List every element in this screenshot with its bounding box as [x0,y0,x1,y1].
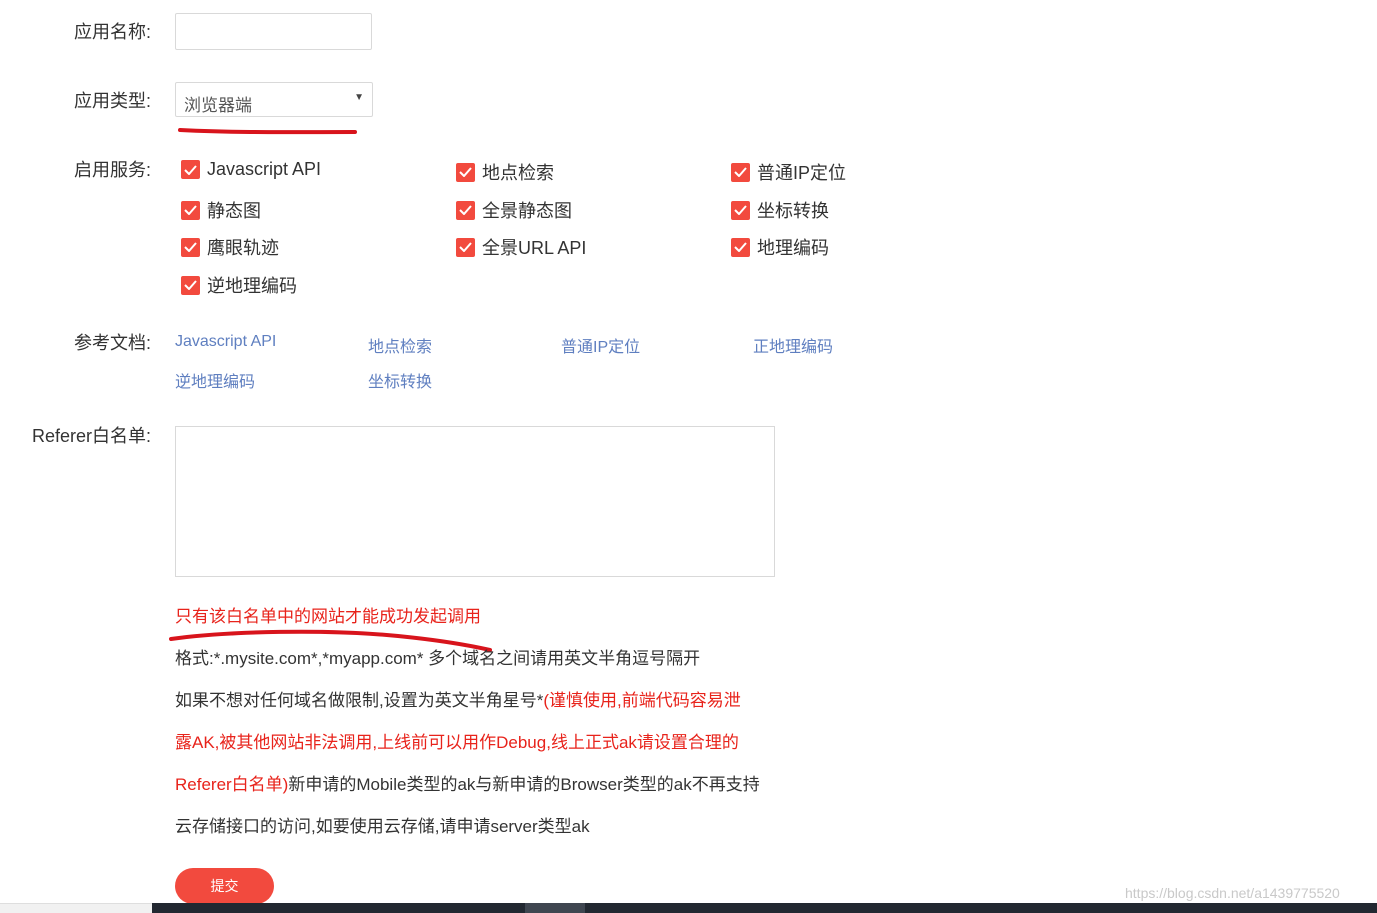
app-type-label: 应用类型: [73,91,151,111]
annotation-underline-app-type [178,128,357,135]
doc-link-reverse-geocoding[interactable]: 逆地理编码 [175,368,255,392]
horizontal-scrollbar[interactable] [152,903,1377,913]
service-checkbox-static-map[interactable]: 静态图 [181,197,261,223]
hint-whitelist-only: 只有该白名单中的网站才能成功发起调用 [175,607,481,626]
hint-wildcard: 如果不想对任何域名做限制,设置为英文半角星号*(谨慎使用,前端代码容易泄 [175,686,741,711]
service-checkbox-panorama-static[interactable]: 全景静态图 [456,197,572,223]
hint-format: 格式:*.mysite.com*,*myapp.com* 多个域名之间请用英文半… [175,649,701,668]
service-label: 普通IP定位 [757,163,847,183]
triangle-down-icon: ▼ [354,92,364,103]
check-icon [181,160,200,179]
service-label: 地点检索 [482,163,554,183]
referer-label: Referer白名单: [31,426,151,446]
service-label: 鹰眼轨迹 [207,238,279,258]
doc-link-javascript-api[interactable]: Javascript API [175,333,276,351]
app-name-input[interactable] [175,13,372,50]
doc-link-place-search[interactable]: 地点检索 [368,333,432,357]
check-icon [181,275,200,295]
submit-button[interactable]: 提交 [175,868,274,904]
doc-link-coord-convert[interactable]: 坐标转换 [368,368,432,392]
app-type-select[interactable]: 浏览器端 ▼ [175,82,373,117]
watermark: https://blog.csdn.net/a1439775520 [1125,885,1340,901]
docs-label: 参考文档: [73,333,151,353]
check-icon [181,200,200,220]
service-label: 静态图 [207,201,261,221]
scrollbar-thumb[interactable] [525,903,585,913]
hint-caution: (谨慎使用,前端代码容易泄 [543,691,741,710]
service-label: Javascript API [207,159,322,179]
service-label: 逆地理编码 [207,276,297,296]
check-icon [731,162,750,182]
service-checkbox-ip-location[interactable]: 普通IP定位 [731,159,846,185]
service-checkbox-coord-convert[interactable]: 坐标转换 [731,197,829,223]
hint-cloud-storage: 云存储接口的访问,如要使用云存储,请申请server类型ak [175,817,590,836]
service-checkbox-reverse-geocoding[interactable]: 逆地理编码 [181,272,297,298]
check-icon [456,237,475,257]
app-type-selected-value: 浏览器端 [184,96,252,115]
app-name-label: 应用名称: [73,22,151,42]
check-icon [181,237,200,257]
doc-link-ip-location[interactable]: 普通IP定位 [561,333,640,357]
hint-wildcard-text: 如果不想对任何域名做限制,设置为英文半角星号* [175,691,544,710]
hint-mobile-browser-text: 新申请的Mobile类型的ak与新申请的Browser类型的ak不再支持 [288,775,760,794]
hint-mobile-browser: Referer白名单)新申请的Mobile类型的ak与新申请的Browser类型… [175,770,760,795]
service-checkbox-javascript-api[interactable]: Javascript API [181,159,321,180]
service-checkbox-geocoding[interactable]: 地理编码 [731,234,829,260]
service-checkbox-panorama-url[interactable]: 全景URL API [456,234,586,260]
service-checkbox-place-search[interactable]: 地点检索 [456,159,554,185]
service-label: 坐标转换 [757,201,829,221]
doc-link-geocoding[interactable]: 正地理编码 [753,333,833,357]
hint-caution-continued: 露AK,被其他网站非法调用,上线前可以用作Debug,线上正式ak请设置合理的 [175,733,739,752]
check-icon [731,200,750,220]
service-label: 全景URL API [482,238,587,258]
service-label: 全景静态图 [482,201,572,221]
hint-caution-end: Referer白名单) [175,775,289,794]
service-label: 地理编码 [757,238,829,258]
referer-textarea[interactable] [175,426,775,577]
service-checkbox-track[interactable]: 鹰眼轨迹 [181,234,279,260]
check-icon [456,200,475,220]
bottom-strip [0,903,152,913]
check-icon [731,237,750,257]
check-icon [456,162,475,182]
services-label: 启用服务: [73,160,151,180]
